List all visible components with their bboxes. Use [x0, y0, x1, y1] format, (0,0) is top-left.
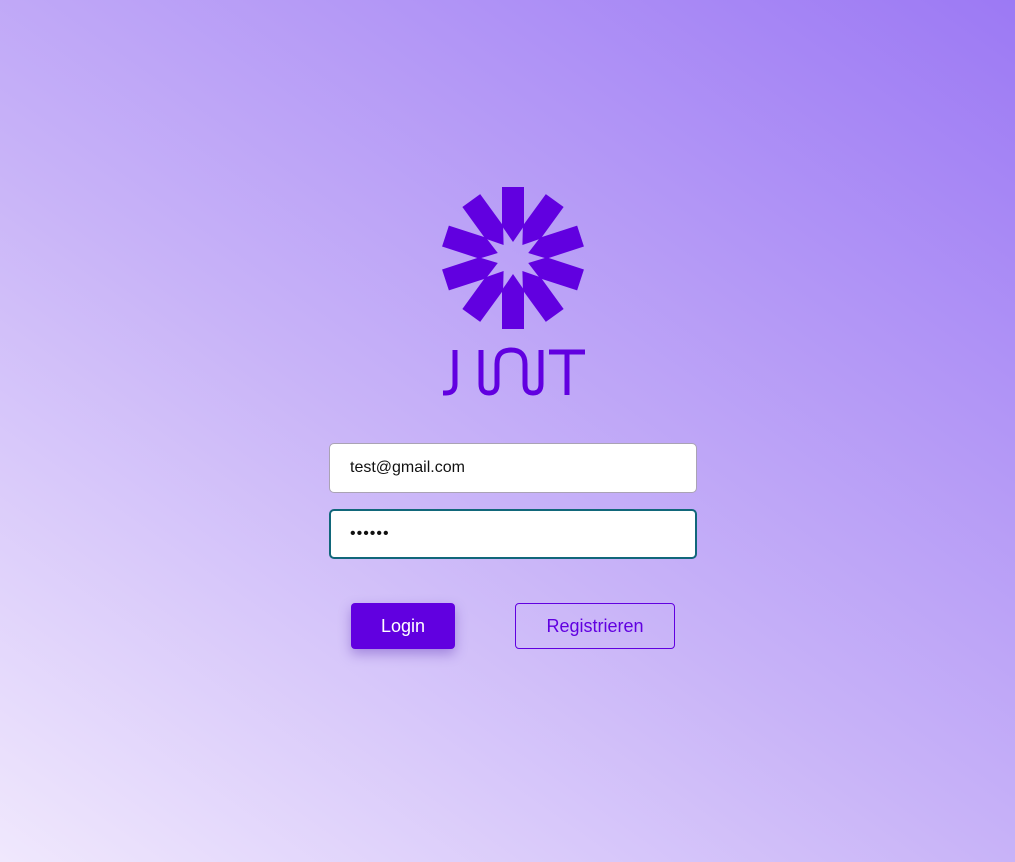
email-input[interactable]	[329, 443, 697, 493]
password-input[interactable]	[329, 509, 697, 559]
jwt-logo-icon	[437, 184, 589, 398]
login-button[interactable]: Login	[351, 603, 455, 649]
register-button[interactable]: Registrieren	[515, 603, 675, 649]
